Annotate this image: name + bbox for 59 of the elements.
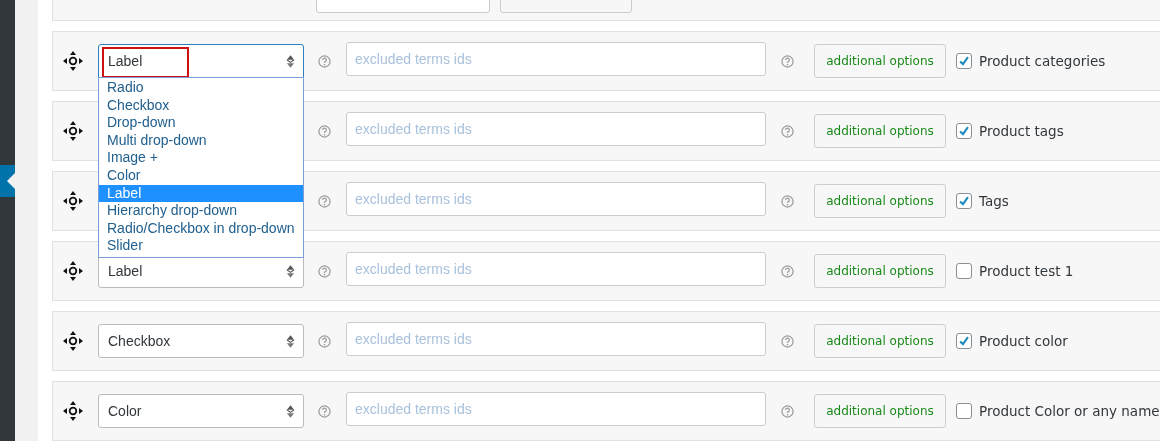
select-arrows-icon	[286, 333, 295, 349]
excluded-ids-field[interactable]: excluded terms ids	[346, 322, 766, 356]
move-icon[interactable]	[63, 261, 83, 281]
dropdown-option[interactable]: Hierarchy drop-down	[99, 202, 303, 220]
help-icon[interactable]	[318, 334, 331, 348]
excluded-ids-field[interactable]: excluded terms ids	[346, 182, 766, 216]
checkbox[interactable]	[956, 333, 972, 349]
additional-options-button[interactable]: additional options	[814, 324, 946, 358]
excluded-ids-field[interactable]: excluded terms ids	[346, 42, 766, 76]
dropdown-option[interactable]: Radio	[99, 79, 303, 97]
type-select[interactable]: Color	[98, 394, 304, 428]
taxonomy-label: Product Color or any name	[979, 403, 1160, 419]
additional-options-button[interactable]: additional options	[814, 254, 946, 288]
excluded-ids-field[interactable]: excluded terms ids	[346, 252, 766, 286]
additional-options-button[interactable]: additional options	[814, 44, 946, 78]
checkbox[interactable]	[956, 403, 972, 419]
move-icon[interactable]	[63, 331, 83, 351]
additional-options-button[interactable]: additional options	[814, 114, 946, 148]
select-arrows-icon	[286, 403, 295, 419]
help-icon[interactable]	[781, 194, 794, 208]
dropdown-option[interactable]: Drop-down	[99, 114, 303, 132]
taxonomy-label: Product test 1	[979, 263, 1074, 279]
checkbox[interactable]	[956, 53, 972, 69]
taxonomy-label: Product tags	[979, 123, 1064, 139]
move-icon[interactable]	[63, 121, 83, 141]
taxonomy-label: Product color	[979, 333, 1068, 349]
dropdown-option[interactable]: Checkbox	[99, 96, 303, 115]
help-icon[interactable]	[781, 264, 794, 278]
dropdown-option[interactable]: Multi drop-down	[99, 131, 303, 150]
help-icon[interactable]	[781, 334, 794, 348]
type-select[interactable]: Checkbox	[98, 324, 304, 358]
sidebar-item[interactable]	[0, 165, 15, 197]
dropdown-option[interactable]: Color	[99, 166, 303, 185]
help-icon[interactable]	[318, 124, 331, 138]
additional-options-button[interactable]: additional options	[814, 184, 946, 218]
taxonomy-label: Tags	[979, 193, 1009, 209]
checkbox[interactable]	[956, 193, 972, 209]
help-icon[interactable]	[318, 54, 331, 68]
excluded-ids-field[interactable]: excluded terms ids	[346, 392, 766, 426]
dropdown-option[interactable]: Radio/Checkbox in drop-down	[99, 219, 303, 238]
type-select[interactable]: Label	[98, 44, 304, 78]
dropdown-option[interactable]: Slider	[99, 237, 303, 255]
additional-options-button[interactable]: additional options	[814, 394, 946, 428]
help-icon[interactable]	[318, 264, 331, 278]
move-icon[interactable]	[63, 51, 83, 71]
excluded-ids-field[interactable]: excluded terms ids	[346, 112, 766, 146]
help-icon[interactable]	[781, 54, 794, 68]
move-icon[interactable]	[63, 191, 83, 211]
help-icon[interactable]	[781, 404, 794, 418]
select-arrows-icon	[286, 263, 295, 279]
checkbox[interactable]	[956, 263, 972, 279]
taxonomy-label: Product categories	[979, 53, 1106, 69]
select-arrows-icon	[286, 53, 295, 69]
help-icon[interactable]	[781, 124, 794, 138]
dropdown-option[interactable]: Image +	[99, 149, 303, 167]
checkbox[interactable]	[956, 123, 972, 139]
help-icon[interactable]	[318, 404, 331, 418]
help-icon[interactable]	[318, 194, 331, 208]
move-icon[interactable]	[63, 401, 83, 421]
